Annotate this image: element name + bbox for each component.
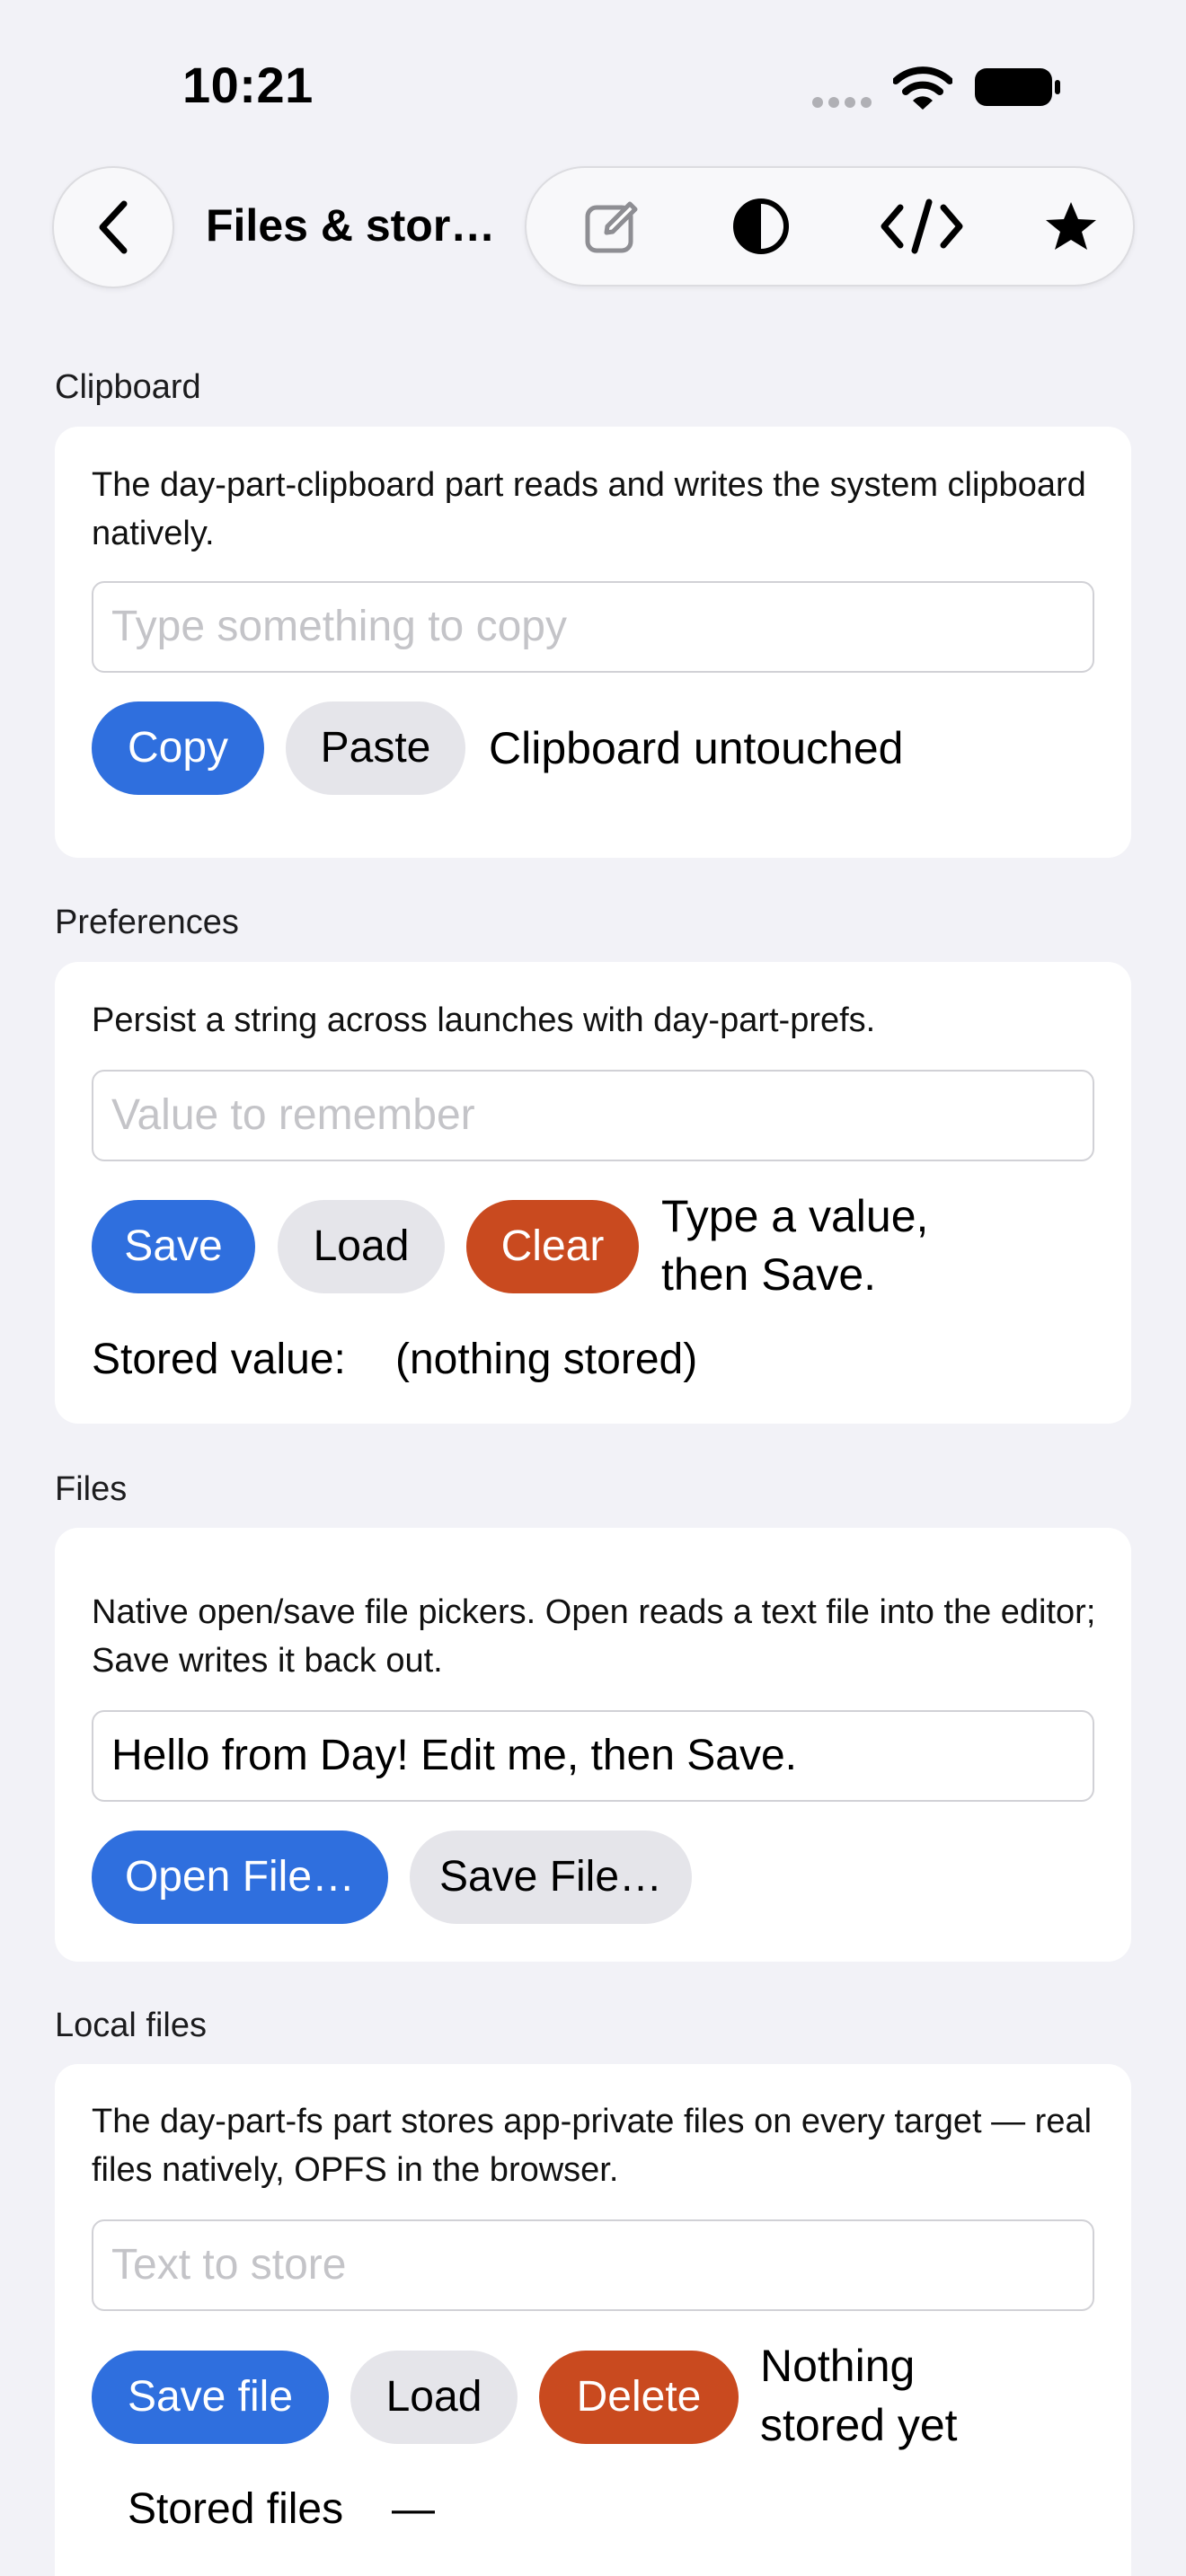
page-title: Files & stor… xyxy=(206,200,496,251)
local-files-input[interactable]: Text to store xyxy=(92,2219,1094,2311)
local-files-status-line2: stored yet xyxy=(760,2400,958,2450)
clipboard-status: Clipboard untouched xyxy=(489,723,904,773)
wifi-icon xyxy=(892,65,953,116)
prefs-status-line1: Type a value, xyxy=(661,1191,929,1241)
local-files-status-line1: Nothing xyxy=(760,2341,916,2391)
back-button[interactable] xyxy=(52,166,174,288)
prefs-clear-button[interactable]: Clear xyxy=(466,1200,639,1293)
cellular-signal-icon xyxy=(812,97,872,108)
open-file-button[interactable]: Open File… xyxy=(92,1831,388,1924)
stored-value-label: Stored value: xyxy=(92,1336,346,1383)
load-local-file-button[interactable]: Load xyxy=(350,2351,518,2444)
code-icon xyxy=(881,198,963,254)
battery-icon xyxy=(973,66,1063,112)
star-icon xyxy=(1046,202,1096,250)
clipboard-input[interactable]: Type something to copy xyxy=(92,581,1094,673)
toolbar xyxy=(525,166,1135,287)
stored-value: (nothing stored) xyxy=(395,1336,698,1383)
save-local-file-button[interactable]: Save file xyxy=(92,2351,329,2444)
favorite-button[interactable] xyxy=(1017,168,1125,285)
delete-local-file-button[interactable]: Delete xyxy=(539,2351,739,2444)
prefs-status-line2: then Save. xyxy=(661,1249,877,1300)
files-description: Native open/save file pickers. Open read… xyxy=(92,1593,1096,1680)
section-label-clipboard: Clipboard xyxy=(55,368,201,406)
contrast-button[interactable] xyxy=(707,168,815,285)
copy-button[interactable]: Copy xyxy=(92,701,264,795)
stored-files-value: — xyxy=(392,2485,435,2533)
section-label-local-files: Local files xyxy=(55,2007,207,2044)
code-button[interactable] xyxy=(868,168,976,285)
prefs-save-button[interactable]: Save xyxy=(92,1200,255,1293)
edit-icon xyxy=(585,201,638,253)
prefs-load-button[interactable]: Load xyxy=(278,1200,445,1293)
clipboard-description: The day-part-clipboard part reads and wr… xyxy=(92,466,1086,552)
file-editor[interactable]: Hello from Day! Edit me, then Save. xyxy=(92,1710,1094,1802)
status-time: 10:21 xyxy=(182,57,314,113)
preferences-input[interactable]: Value to remember xyxy=(92,1070,1094,1161)
back-chevron-icon xyxy=(99,200,128,254)
preferences-description: Persist a string across launches with da… xyxy=(92,1001,876,1039)
local-files-description: The day-part-fs part stores app-private … xyxy=(92,2103,1093,2189)
paste-button[interactable]: Paste xyxy=(286,701,465,795)
edit-button[interactable] xyxy=(559,168,667,285)
section-label-files: Files xyxy=(55,1470,128,1508)
section-label-preferences: Preferences xyxy=(55,904,239,941)
contrast-icon xyxy=(733,198,789,254)
stored-files-label: Stored files xyxy=(128,2485,344,2533)
save-file-dialog-button[interactable]: Save File… xyxy=(410,1831,692,1924)
